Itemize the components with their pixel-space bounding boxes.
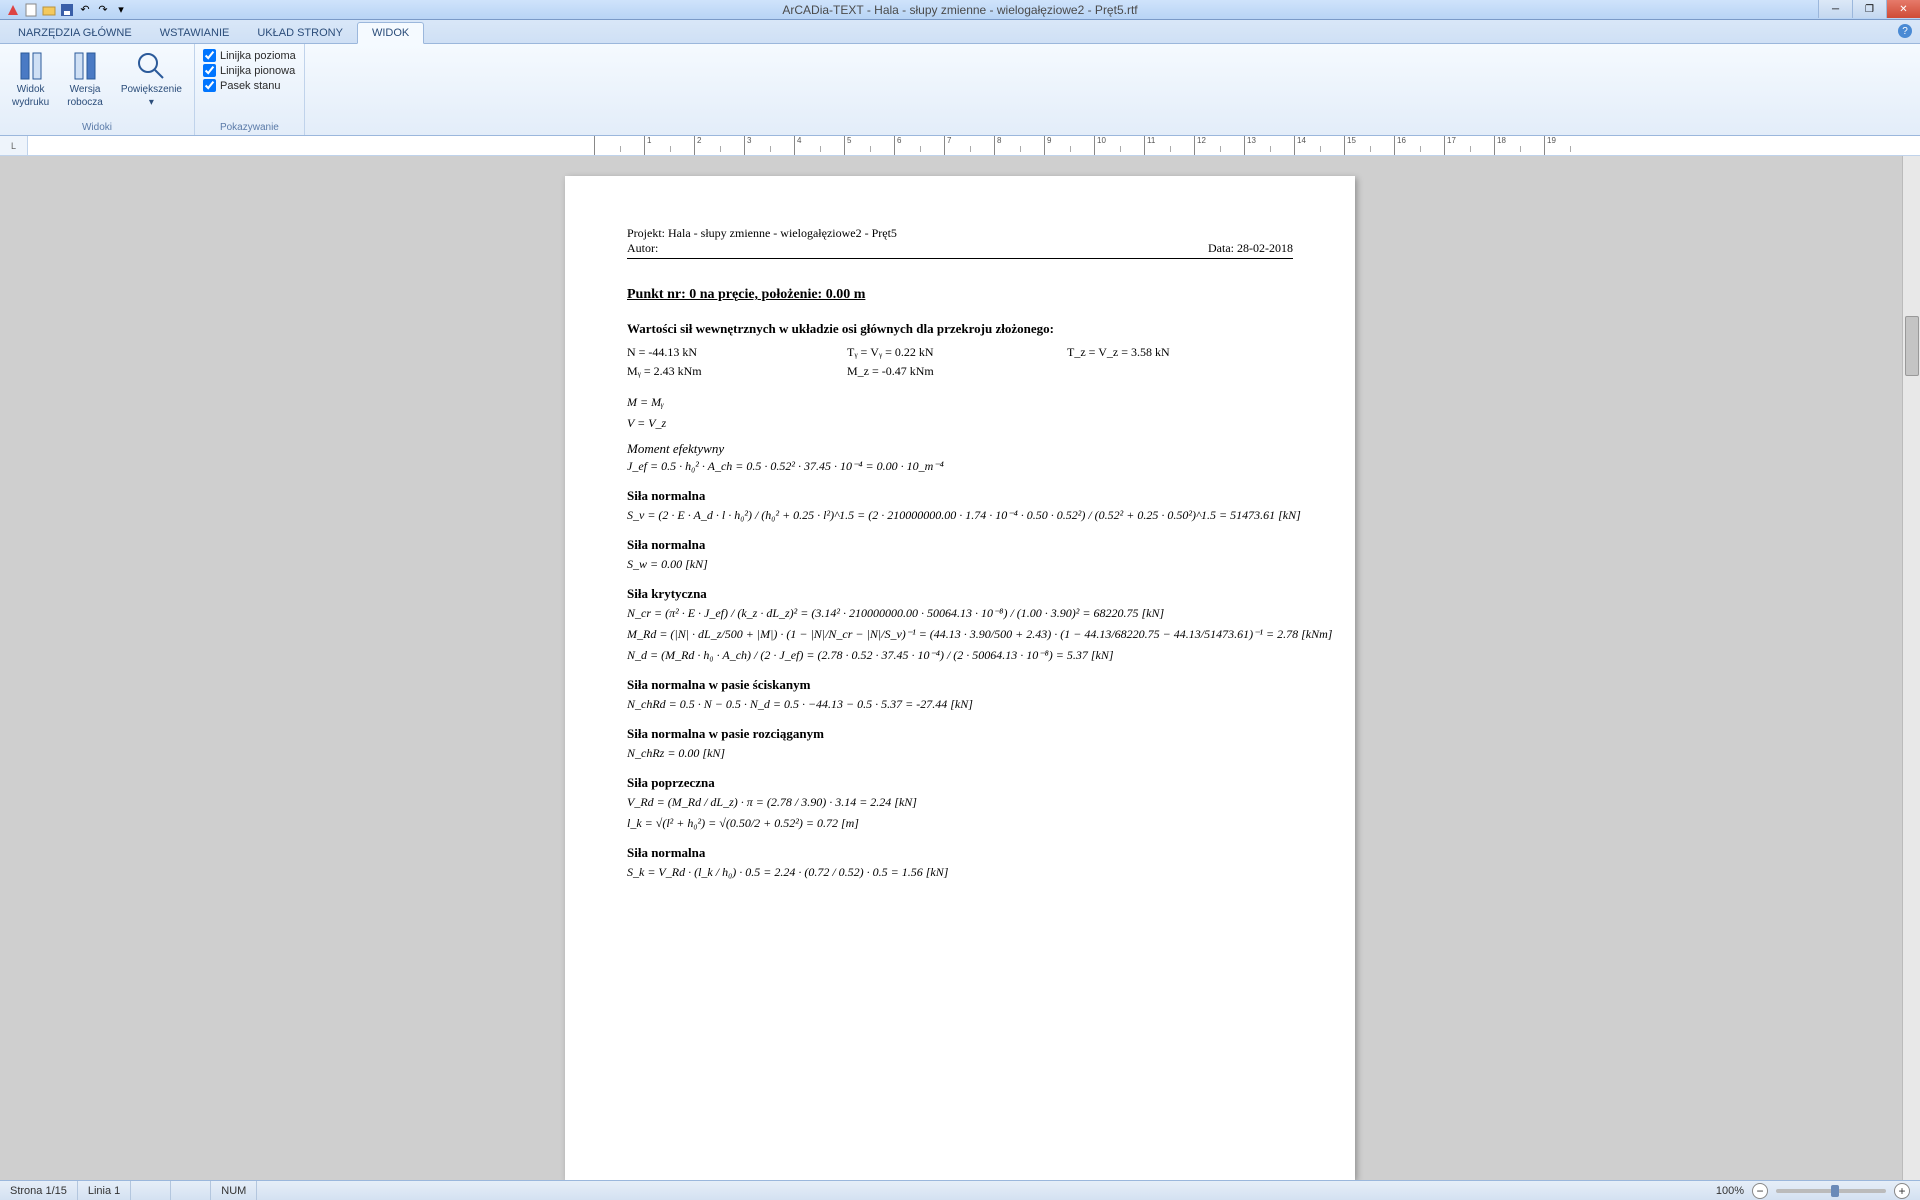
check-h-ruler[interactable]: Linijka pozioma [203,48,296,63]
page: Projekt: Hala - słupy zmienne - wielogał… [565,176,1355,1180]
eq-vrd: V_Rd = (M_Rd / dL_z) · π = (2.78 / 3.90)… [627,795,1293,810]
help-icon[interactable]: ? [1898,24,1912,38]
check-v-ruler[interactable]: Linijka pionowa [203,63,296,78]
ribbon-group-show: Linijka pozioma Linijka pionowa Pasek st… [195,44,305,135]
eq-sv: S_v = (2 · E · A_d · l · h₀²) / (h₀² + 0… [627,508,1293,523]
eq-ncr: N_cr = (π² · E · J_ef) / (k_z · dL_z)² =… [627,606,1293,621]
zoom-slider[interactable] [1776,1189,1886,1193]
eq-mrd: M_Rd = (|N| · dL_z/500 + |M|) · (1 − |N|… [627,627,1293,642]
check-h-ruler-box[interactable] [203,49,216,62]
scroll-thumb[interactable] [1905,316,1919,376]
close-button[interactable]: ✕ [1886,0,1920,18]
draft-view-button[interactable]: Wersja robocza [63,48,107,110]
ruler-row: L 12345678910111213141516171819 [0,136,1920,156]
eq-nd: N_d = (M_Rd · h₀ · A_ch) / (2 · J_ef) = … [627,648,1293,663]
quick-access-toolbar: ↶ ↷ ▾ [0,3,134,17]
section-title: Punkt nr: 0 na pręcie, położenie: 0.00 m [627,287,1293,303]
zoom-icon [135,50,167,82]
ribbon-body: Widok wydruku Wersja robocza Powiększeni… [0,44,1920,136]
eq-V: V = V_z [627,416,1293,431]
app-icon [6,3,20,17]
ribbon-tabs: NARZĘDZIA GŁÓWNE WSTAWIANIE UKŁAD STRONY… [0,20,1920,44]
qat-dropdown-icon[interactable]: ▾ [114,3,128,17]
h-paseS: Siła normalna w pasie ściskanym [627,677,1293,693]
ribbon-group-views: Widok wydruku Wersja robocza Powiększeni… [0,44,195,135]
projekt-label: Projekt: [627,226,665,240]
maximize-button[interactable]: ❐ [1852,0,1886,18]
h-paseR: Siła normalna w pasie rozciąganym [627,726,1293,742]
statusbar: Strona 1/15 Linia 1 NUM 100% − + [0,1180,1920,1200]
check-statusbar[interactable]: Pasek stanu [203,78,296,93]
tab-insert[interactable]: WSTAWIANIE [146,23,244,43]
status-line: Linia 1 [78,1181,131,1200]
zoom-out-button[interactable]: − [1752,1183,1768,1199]
eq-nchRz: N_chRz = 0.00 [kN] [627,746,1293,761]
redo-icon[interactable]: ↷ [96,3,110,17]
status-page[interactable]: Strona 1/15 [0,1181,78,1200]
document-area[interactable]: Projekt: Hala - słupy zmienne - wielogał… [0,156,1920,1180]
eq-M: M = Mᵧ [627,395,1293,410]
h-normal3: Siła normalna [627,845,1293,861]
status-blank1 [131,1181,171,1200]
print-view-icon [15,50,47,82]
h-normal2: Siła normalna [627,537,1293,553]
tab-view[interactable]: WIDOK [357,22,424,44]
eq-lk: l_k = √(l² + h₀²) = √(0.50/2 + 0.52²) = … [627,816,1293,831]
zoom-percent[interactable]: 100% [1716,1185,1744,1197]
force-Mz: M_z = -0.47 kNm [847,364,1067,379]
undo-icon[interactable]: ↶ [78,3,92,17]
eq-sk: S_k = V_Rd · (l_k / h₀) · 0.5 = 2.24 · (… [627,865,1293,880]
autor-label: Autor: [627,241,897,256]
h-kryt: Siła krytyczna [627,586,1293,602]
titlebar: ↶ ↷ ▾ ArCADia-TEXT - Hala - słupy zmienn… [0,0,1920,20]
window-title: ArCADia-TEXT - Hala - słupy zmienne - wi… [782,3,1137,17]
window-controls: ─ ❐ ✕ [1818,0,1920,18]
horizontal-ruler[interactable]: 12345678910111213141516171819 [28,136,1920,156]
status-blank2 [171,1181,211,1200]
tab-home[interactable]: NARZĘDZIA GŁÓWNE [4,23,146,43]
minimize-button[interactable]: ─ [1818,0,1852,18]
open-icon[interactable] [42,3,56,17]
ribbon-group-views-label: Widoki [8,120,186,133]
projekt-value: Hala - słupy zmienne - wielogałęziowe2 -… [668,226,897,240]
h-normal1: Siła normalna [627,488,1293,504]
vertical-scrollbar[interactable] [1902,156,1920,1180]
force-Tz: T_z = V_z = 3.58 kN [1067,345,1287,360]
status-num: NUM [211,1181,257,1200]
check-v-ruler-box[interactable] [203,64,216,77]
save-icon[interactable] [60,3,74,17]
eq-sw: S_w = 0.00 [kN] [627,557,1293,572]
ruler-corner: L [0,136,28,156]
draft-view-label-1: Wersja [70,84,101,95]
tab-page-layout[interactable]: UKŁAD STRONY [243,23,357,43]
force-Ty: Tᵧ = Vᵧ = 0.22 kN [847,345,1067,360]
subtitle: Wartości sił wewnętrznych w układzie osi… [627,321,1293,337]
print-view-button[interactable]: Widok wydruku [8,48,53,110]
zoom-dropdown-icon: ▾ [149,97,154,108]
check-statusbar-box[interactable] [203,79,216,92]
draft-view-label-2: robocza [67,97,103,108]
zoom-label: Powiększenie [121,84,182,95]
data-value: 28-02-2018 [1237,241,1293,255]
h-pop: Siła poprzeczna [627,775,1293,791]
zoom-button[interactable]: Powiększenie ▾ [117,48,186,110]
data-label: Data: [1208,241,1234,255]
eq-jef: J_ef = 0.5 · h₀² · A_ch = 0.5 · 0.52² · … [627,459,1293,474]
force-N: N = -44.13 kN [627,345,847,360]
zoom-slider-thumb[interactable] [1831,1185,1839,1197]
zoom-in-button[interactable]: + [1894,1183,1910,1199]
page-header: Projekt: Hala - słupy zmienne - wielogał… [627,226,1293,259]
print-view-label-1: Widok [17,84,45,95]
h-moment: Moment efektywny [627,441,1293,457]
print-view-label-2: wydruku [12,97,49,108]
ribbon-group-show-label: Pokazywanie [203,120,296,133]
new-doc-icon[interactable] [24,3,38,17]
force-My: Mᵧ = 2.43 kNm [627,364,847,379]
draft-view-icon [69,50,101,82]
eq-nchRd: N_chRd = 0.5 · N − 0.5 · N_d = 0.5 · −44… [627,697,1293,712]
